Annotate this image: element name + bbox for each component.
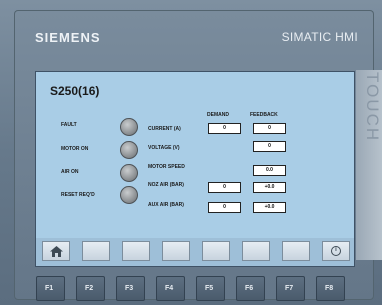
function-key-f3[interactable]: F3 <box>116 276 145 301</box>
softkey-2[interactable] <box>82 241 110 261</box>
info-button[interactable]: i <box>322 241 350 261</box>
function-key-f8[interactable]: F8 <box>316 276 345 301</box>
function-key-f1[interactable]: F1 <box>36 276 65 301</box>
aux-air-demand-field[interactable]: 0 <box>208 202 241 213</box>
softkey-5[interactable] <box>202 241 230 261</box>
feedback-column-header: FEEDBACK <box>250 112 278 118</box>
softkey-6[interactable] <box>242 241 270 261</box>
demand-column-header: DEMAND <box>207 112 229 118</box>
function-key-f5[interactable]: F5 <box>196 276 225 301</box>
aux-air-label: AUX AIR (BAR) <box>148 202 184 208</box>
touch-label: TOUCH <box>363 72 382 143</box>
hmi-screen: S250(16) DEMAND FEEDBACK FAULT MOTOR ON … <box>35 71 355 267</box>
screen-title: S250(16) <box>50 84 100 98</box>
air-on-label: AIR ON <box>61 169 79 175</box>
model-label: SIMATIC HMI <box>281 30 358 44</box>
home-button[interactable] <box>42 241 70 261</box>
softkey-bar: i <box>36 238 354 266</box>
function-key-f7[interactable]: F7 <box>276 276 305 301</box>
motor-on-indicator-lamp <box>120 141 138 159</box>
air-on-indicator-lamp <box>120 164 138 182</box>
noz-air-label: NOZ AIR (BAR) <box>148 182 184 188</box>
motor-on-label: MOTOR ON <box>61 146 89 152</box>
current-demand-field[interactable]: 0 <box>208 123 241 134</box>
current-label: CURRENT (A) <box>148 126 181 132</box>
function-key-f2[interactable]: F2 <box>76 276 105 301</box>
reset-reqd-label: RESET REQ'D <box>61 192 95 198</box>
fault-label: FAULT <box>61 122 77 128</box>
home-icon <box>50 246 63 257</box>
softkey-3[interactable] <box>122 241 150 261</box>
brand-logo: SIEMENS <box>35 30 101 45</box>
softkey-7[interactable] <box>282 241 310 261</box>
voltage-feedback-field: 0 <box>253 141 286 152</box>
noz-air-feedback-field: +0.0 <box>253 182 286 193</box>
softkey-4[interactable] <box>162 241 190 261</box>
fault-indicator-lamp <box>120 118 138 136</box>
aux-air-feedback-field: +0.0 <box>253 202 286 213</box>
voltage-label: VOLTAGE (V) <box>148 145 180 151</box>
current-feedback-field: 0 <box>253 123 286 134</box>
noz-air-demand-field[interactable]: 0 <box>208 182 241 193</box>
function-key-f4[interactable]: F4 <box>156 276 185 301</box>
motor-speed-label: MOTOR SPEED <box>148 164 185 170</box>
function-key-f6[interactable]: F6 <box>236 276 265 301</box>
info-icon: i <box>331 246 341 256</box>
motor-speed-feedback-field: 0.0 <box>253 165 286 176</box>
reset-reqd-indicator-lamp[interactable] <box>120 186 138 204</box>
